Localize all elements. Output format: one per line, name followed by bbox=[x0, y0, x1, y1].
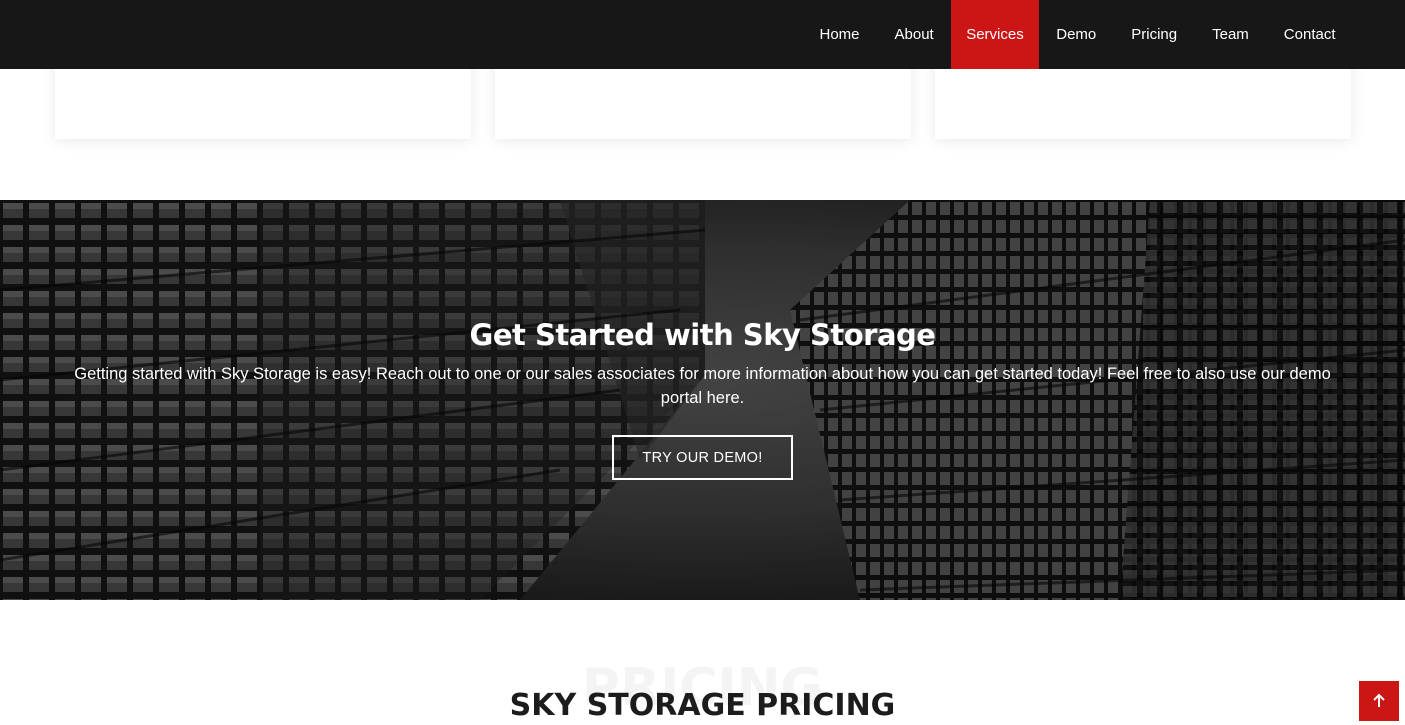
pricing-title: SKY STORAGE PRICING bbox=[509, 688, 896, 723]
nav-item-services[interactable]: Services bbox=[951, 0, 1039, 69]
pricing-section: PRICING SKY STORAGE PRICING bbox=[0, 600, 1405, 725]
back-to-top-button[interactable] bbox=[1359, 681, 1399, 721]
nav-item-team[interactable]: Team bbox=[1195, 0, 1267, 69]
cta-title: Get Started with Sky Storage bbox=[469, 318, 936, 352]
cta-description: Getting started with Sky Storage is easy… bbox=[74, 365, 1331, 407]
navbar: Home About Services Demo Pricing Team Co… bbox=[0, 0, 1405, 69]
nav-menu: Home About Services Demo Pricing Team Co… bbox=[802, 0, 1353, 69]
nav-item-pricing[interactable]: Pricing bbox=[1114, 0, 1195, 69]
nav-item-home[interactable]: Home bbox=[802, 0, 877, 69]
arrow-up-icon bbox=[1373, 693, 1385, 707]
nav-item-demo[interactable]: Demo bbox=[1039, 0, 1114, 69]
nav-item-about[interactable]: About bbox=[877, 0, 951, 69]
nav-item-contact[interactable]: Contact bbox=[1266, 0, 1353, 69]
get-started-section: Get Started with Sky Storage Getting sta… bbox=[0, 200, 1405, 600]
try-demo-button[interactable]: TRY OUR DEMO! bbox=[612, 435, 793, 480]
